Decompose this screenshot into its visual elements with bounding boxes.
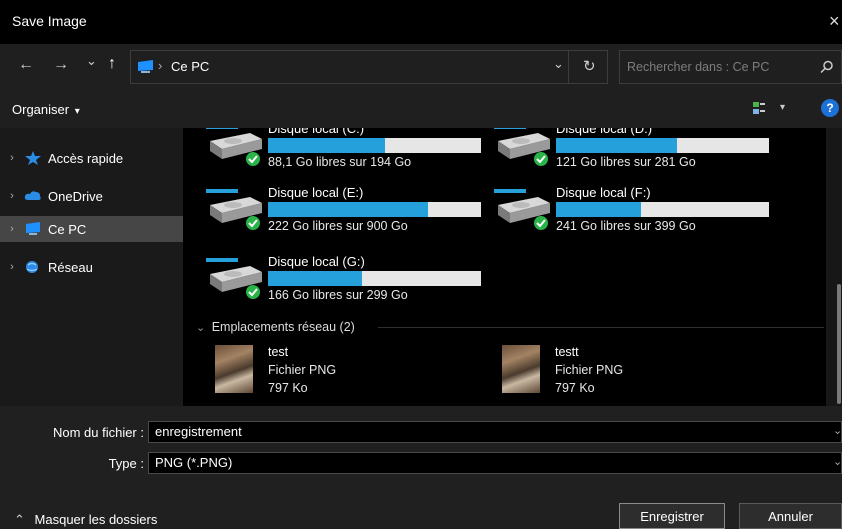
drive-tile[interactable]: Disque local (D:) 121 Go libres sur 281 …	[494, 128, 794, 171]
drive-free-space: 166 Go libres sur 299 Go	[268, 288, 408, 302]
drive-usage-bar	[268, 202, 481, 217]
search-placeholder: Rechercher dans : Ce PC	[627, 60, 770, 74]
drive-name: Disque local (C:)	[268, 128, 365, 136]
hard-drive-icon	[494, 128, 550, 166]
drive-tile[interactable]: Disque local (E:) 222 Go libres sur 900 …	[206, 185, 506, 235]
sidebar-item-label: Accès rapide	[48, 150, 124, 166]
view-options-icon[interactable]	[752, 101, 766, 115]
recent-locations-chevron-icon[interactable]: ⌄	[86, 53, 97, 69]
hide-folders-toggle[interactable]: ⌃ Masquer les dossiers	[14, 512, 157, 528]
toolbar	[0, 92, 842, 128]
search-icon[interactable]	[820, 60, 834, 74]
expand-chevron-icon[interactable]: ›	[0, 190, 24, 202]
help-icon[interactable]: ?	[821, 99, 839, 117]
drive-free-space: 88,1 Go libres sur 194 Go	[268, 155, 412, 169]
hard-drive-icon	[206, 128, 262, 166]
type-dropdown-icon[interactable]: ⌄	[833, 455, 842, 468]
expand-chevron-icon[interactable]: ›	[0, 223, 24, 235]
sidebar-item-label: Ce PC	[48, 221, 87, 237]
hard-drive-icon	[206, 189, 262, 230]
cancel-button[interactable]: Annuler	[739, 503, 842, 529]
file-item[interactable]: test Fichier PNG 797 Ko	[215, 345, 455, 405]
filename-input[interactable]: enregistrement	[148, 421, 842, 443]
network-icon	[26, 261, 38, 273]
divider	[378, 327, 824, 328]
drive-indicator	[206, 128, 238, 129]
drive-usage-fill	[268, 202, 428, 217]
up-arrow-icon[interactable]: ↑	[108, 55, 116, 73]
computer-icon	[138, 60, 153, 73]
file-type: Fichier PNG	[268, 363, 337, 377]
drive-name: Disque local (E:)	[268, 185, 364, 200]
sidebar-item-onedrive[interactable]: › OneDrive	[0, 183, 183, 209]
drive-usage-fill	[556, 202, 642, 217]
drive-tile[interactable]: Disque local (F:) 241 Go libres sur 399 …	[494, 185, 794, 235]
file-view: Disque local (C:) 88,1 Go libres sur 194…	[184, 128, 826, 406]
drive-free-space: 121 Go libres sur 281 Go	[556, 155, 696, 169]
star-icon	[25, 151, 41, 165]
filename-label: Nom du fichier :	[52, 425, 144, 440]
section-label: Emplacements réseau (2)	[211, 320, 355, 334]
save-button[interactable]: Enregistrer	[619, 503, 725, 529]
drive-tile[interactable]: Disque local (G:) 166 Go libres sur 299 …	[206, 254, 506, 304]
view-caret-icon[interactable]: ▾	[780, 102, 785, 113]
window-title: Save Image	[12, 13, 87, 29]
hard-drive-icon	[206, 258, 262, 299]
drive-free-space: 241 Go libres sur 399 Go	[556, 219, 696, 233]
drive-name: Disque local (F:)	[556, 185, 651, 200]
cloud-icon	[24, 191, 41, 200]
file-item[interactable]: testt Fichier PNG 797 Ko	[502, 345, 742, 405]
drive-usage-bar	[268, 138, 481, 153]
back-arrow-icon[interactable]: ←	[18, 56, 34, 74]
chevron-up-icon: ⌃	[14, 512, 25, 527]
file-type-select[interactable]: PNG (*.PNG)	[148, 452, 842, 474]
drive-name: Disque local (D:)	[556, 128, 653, 136]
network-locations-header[interactable]: ⌄ Emplacements réseau (2)	[196, 320, 355, 334]
address-dropdown-icon[interactable]: ⌄	[553, 56, 564, 72]
title-bar	[0, 0, 842, 44]
computer-icon	[26, 222, 40, 235]
caret-down-icon: ▾	[74, 106, 80, 117]
forward-arrow-icon[interactable]: →	[53, 56, 69, 74]
sidebar-item-label: Réseau	[48, 259, 93, 275]
hard-drive-icon	[494, 189, 550, 230]
image-thumbnail	[215, 345, 253, 393]
breadcrumb-location[interactable]: Ce PC	[171, 59, 209, 74]
drive-tile[interactable]: Disque local (C:) 88,1 Go libres sur 194…	[206, 128, 506, 171]
sidebar-item-quick-access[interactable]: › Accès rapide	[0, 145, 183, 171]
drive-name: Disque local (G:)	[268, 254, 365, 269]
file-name: testt	[555, 345, 579, 359]
collapse-chevron-icon: ⌄	[196, 322, 206, 334]
drive-usage-bar	[556, 202, 769, 217]
image-thumbnail	[502, 345, 540, 393]
close-icon[interactable]: ×	[829, 11, 840, 32]
drive-usage-bar	[556, 138, 769, 153]
expand-chevron-icon[interactable]: ›	[0, 152, 24, 164]
scrollbar-thumb[interactable]	[837, 284, 841, 404]
drive-usage-fill	[268, 138, 386, 153]
breadcrumb-separator: ›	[158, 58, 163, 73]
file-size: 797 Ko	[555, 381, 595, 395]
refresh-icon[interactable]: ↻	[583, 57, 596, 75]
drive-usage-fill	[556, 138, 678, 153]
organise-label: Organiser	[12, 102, 70, 117]
file-size: 797 Ko	[268, 381, 308, 395]
sidebar-item-network[interactable]: › Réseau	[0, 254, 183, 280]
type-label: Type :	[108, 456, 144, 471]
expand-chevron-icon[interactable]: ›	[0, 261, 24, 273]
filename-dropdown-icon[interactable]: ⌄	[833, 424, 842, 437]
hide-folders-label: Masquer les dossiers	[34, 512, 158, 527]
drive-free-space: 222 Go libres sur 900 Go	[268, 219, 408, 233]
file-type: Fichier PNG	[555, 363, 624, 377]
drive-usage-bar	[268, 271, 481, 286]
sidebar-item-this-pc[interactable]: › Ce PC	[0, 216, 183, 242]
drive-usage-fill	[268, 271, 362, 286]
organise-button[interactable]: Organiser ▾	[12, 102, 80, 117]
file-name: test	[268, 345, 289, 359]
sidebar-item-label: OneDrive	[48, 188, 103, 204]
